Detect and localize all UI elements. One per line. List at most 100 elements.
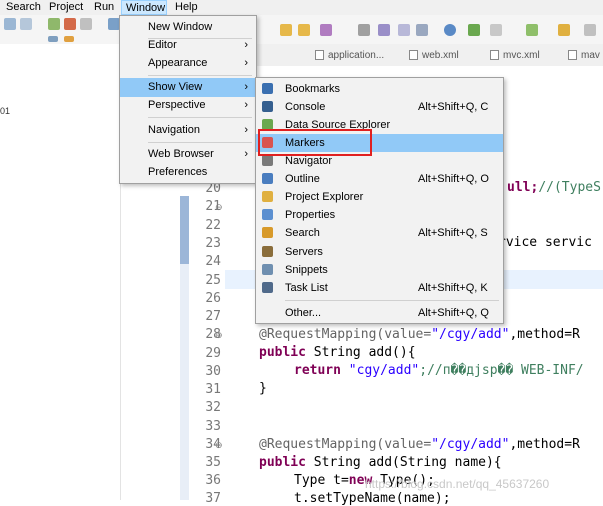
code-token: ,method=R <box>509 327 580 342</box>
format-icon[interactable] <box>398 24 410 36</box>
perspective-icon[interactable] <box>468 24 480 36</box>
tab-mvc-xml[interactable]: mvc.xml <box>490 48 540 64</box>
view-item-project-explorer[interactable]: Project Explorer <box>256 188 503 206</box>
menu-window[interactable]: Window <box>121 0 167 15</box>
menu-item-editor[interactable]: Editor › <box>120 36 256 55</box>
back-nav-icon[interactable] <box>558 24 570 36</box>
view-item-properties[interactable]: Properties <box>256 206 503 224</box>
toolbar <box>0 15 603 45</box>
code-line: @RequestMapping(value="/cgy/add",method=… <box>259 327 580 342</box>
menu-search[interactable]: Search <box>2 0 45 15</box>
code-line: t.setTypeName(name); <box>294 491 451 506</box>
tab-application[interactable]: application... <box>315 48 384 64</box>
back-icon[interactable] <box>4 18 16 30</box>
menu-project[interactable]: Project <box>45 0 87 15</box>
collapse-icon[interactable] <box>48 36 58 42</box>
code-token: String add(){ <box>305 345 416 360</box>
code-comment: ;//п��дjsp�� WEB-INF/ <box>419 363 584 378</box>
folder-icon <box>262 191 273 202</box>
forward-icon[interactable] <box>20 18 32 30</box>
annotation-icon[interactable] <box>378 24 390 36</box>
line-number: 25 <box>205 273 221 288</box>
menu-run[interactable]: Run <box>90 0 118 15</box>
fold-toggle-icon[interactable]: ⊖ <box>215 440 223 451</box>
code-line: @RequestMapping(value="/cgy/add",method=… <box>259 437 580 452</box>
view-item-task-list[interactable]: Task List Alt+Shift+Q, K <box>256 279 503 297</box>
snippets-icon <box>262 264 273 275</box>
view-item-snippets[interactable]: Snippets <box>256 261 503 279</box>
menu-help[interactable]: Help <box>171 0 202 15</box>
tab-label: web.xml <box>422 50 459 61</box>
view-item-console[interactable]: Console Alt+Shift+Q, C <box>256 98 503 116</box>
view-item-bookmarks[interactable]: Bookmarks <box>256 80 503 98</box>
open-folder-icon[interactable] <box>280 24 292 36</box>
paragraph-icon[interactable] <box>416 24 428 36</box>
open-type-icon[interactable] <box>298 24 310 36</box>
run-icon[interactable] <box>48 18 60 30</box>
code-keyword: public <box>259 455 306 470</box>
menu-item-appearance[interactable]: Appearance › <box>120 54 256 73</box>
menu-separator <box>148 142 252 143</box>
code-string: "/cgy/add" <box>431 437 510 452</box>
outline-icon <box>262 173 273 184</box>
menu-item-preferences[interactable]: Preferences <box>120 163 256 182</box>
maven-file-icon <box>568 50 577 61</box>
editor-tabs: application... web.xml mvc.xml mav <box>255 44 603 67</box>
submenu-arrow-icon: › <box>244 39 248 51</box>
view-item-label: Servers <box>285 246 323 258</box>
pin-icon[interactable] <box>358 24 370 36</box>
debug-icon[interactable] <box>64 18 76 30</box>
menu-item-web-browser[interactable]: Web Browser › <box>120 145 256 164</box>
menu-item-label: New Window <box>148 21 213 33</box>
view-item-search[interactable]: Search Alt+Shift+Q, S <box>256 224 503 242</box>
watermark: https://blog.csdn.net/qq_45637260 <box>365 477 550 491</box>
menu-separator <box>148 117 252 118</box>
line-number: 36 <box>205 473 221 488</box>
view-item-label: Outline <box>285 173 320 185</box>
submenu-arrow-icon: › <box>244 148 248 160</box>
tab-web-xml[interactable]: web.xml <box>409 48 459 64</box>
tab-label: mav <box>581 50 600 61</box>
view-item-outline[interactable]: Outline Alt+Shift+Q, O <box>256 170 503 188</box>
view-item-servers[interactable]: Servers <box>256 243 503 261</box>
code-string: "/cgy/add" <box>431 327 510 342</box>
code-token: String add(String name){ <box>305 455 502 470</box>
fold-toggle-icon[interactable]: ⊖ <box>215 330 223 341</box>
show-view-submenu: Bookmarks Console Alt+Shift+Q, C Data Sou… <box>255 77 504 324</box>
view-item-other[interactable]: Other... Alt+Shift+Q, Q <box>256 304 503 322</box>
view-item-label: Project Explorer <box>285 191 364 203</box>
tool-icon[interactable] <box>80 18 92 30</box>
view-item-label: Task List <box>285 282 328 294</box>
globe-icon[interactable] <box>444 24 456 36</box>
view-item-label: Snippets <box>285 264 328 276</box>
menu-item-new-window[interactable]: New Window <box>120 18 256 37</box>
package-explorer-panel: 01 <box>0 44 121 500</box>
view-item-label: Console <box>285 101 326 113</box>
xml-file-icon <box>409 50 418 61</box>
menu-item-show-view[interactable]: Show View › <box>120 78 256 97</box>
tab-label: application... <box>328 50 385 61</box>
code-line: return "cgy/add";//п��дjsp�� WEB-INF/ <box>294 363 584 378</box>
code-token: ull; <box>507 180 539 195</box>
code-line: ull;//(TypeS <box>507 180 601 195</box>
fold-toggle-icon[interactable]: ⊖ <box>215 202 223 213</box>
tab-label: mvc.xml <box>503 50 540 61</box>
link-icon[interactable] <box>64 36 74 42</box>
code-line: } <box>259 381 267 396</box>
menu-item-label: Show View <box>148 81 203 93</box>
line-number: 37 <box>205 491 221 506</box>
line-number: 26 <box>205 291 221 306</box>
code-line: rvice servic <box>498 235 592 250</box>
search-icon <box>262 227 273 238</box>
console-icon <box>262 101 273 112</box>
forward-nav-icon[interactable] <box>584 24 596 36</box>
nav-icon[interactable] <box>490 24 502 36</box>
menu-item-perspective[interactable]: Perspective › <box>120 96 256 115</box>
menu-item-navigation[interactable]: Navigation › <box>120 121 256 140</box>
tab-maven[interactable]: mav <box>568 48 600 64</box>
next-annotation-icon[interactable] <box>526 24 538 36</box>
pen-icon[interactable] <box>320 24 332 36</box>
line-number: 35 <box>205 455 221 470</box>
code-comment: //(TypeS <box>538 180 601 195</box>
line-number: 29 <box>205 346 221 361</box>
